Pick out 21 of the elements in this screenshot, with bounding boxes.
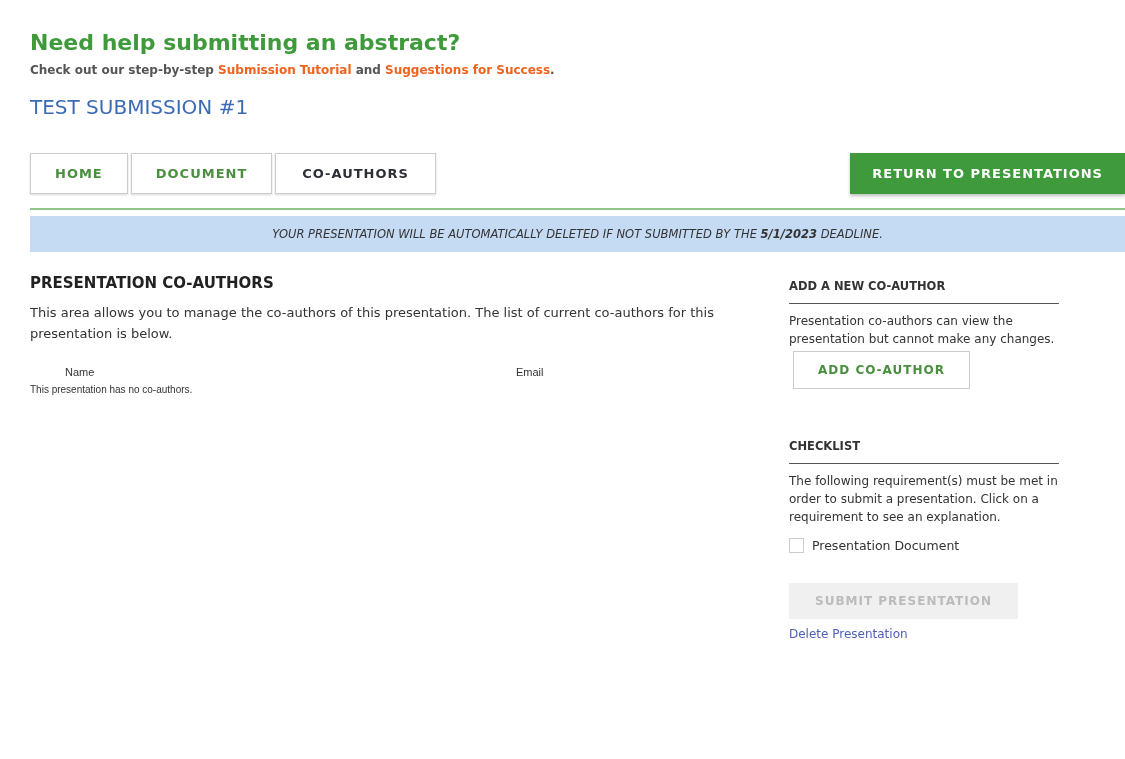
panel-title: CHECKLIST — [789, 439, 1059, 464]
checklist-item[interactable]: Presentation Document — [812, 538, 960, 553]
deadline-banner: YOUR PRESENTATION WILL BE AUTOMATICALLY DELETED IF NOT SUBMITTED BY THE 5/1/2023 DEADLINE. — [30, 216, 1125, 252]
tab[interactable]: DOCUMENT — [130, 153, 273, 194]
help-text: Check out our step-by-step Submission Tutorial and Suggestions for Success. — [30, 63, 556, 77]
panel-text: The following requirement(s) must be met in order to submit a presentation. Click on a requirement to see an explanation. — [789, 473, 1059, 526]
help-heading: Need help submitting an abstract? — [30, 30, 462, 55]
section-title: PRESENTATION CO-AUTHORS — [30, 274, 275, 292]
checkbox[interactable] — [789, 538, 804, 553]
description-text: This area allows you to manage the co-authors of this presentation. The list of current co-authors for this presentation is below. — [30, 304, 715, 343]
panel-text: Presentation co-authors can view the presentation but cannot make any changes. — [789, 313, 1056, 348]
empty-message: This presentation has no co-authors. — [30, 384, 193, 395]
add-coauthor-button[interactable]: ADD CO-AUTHOR — [793, 351, 970, 389]
return-button[interactable]: RETURN TO PRESENTATIONS — [850, 153, 1125, 194]
tab[interactable]: CO-AUTHORS — [275, 153, 436, 194]
panel-title: ADD A NEW CO-AUTHOR — [789, 279, 1059, 304]
delete-link[interactable]: Delete Presentation — [789, 627, 908, 641]
column-header: Name — [65, 366, 96, 378]
tab[interactable]: HOME — [30, 153, 128, 194]
submission-title: TEST SUBMISSION #1 — [30, 95, 250, 119]
column-header: Email — [516, 366, 544, 378]
